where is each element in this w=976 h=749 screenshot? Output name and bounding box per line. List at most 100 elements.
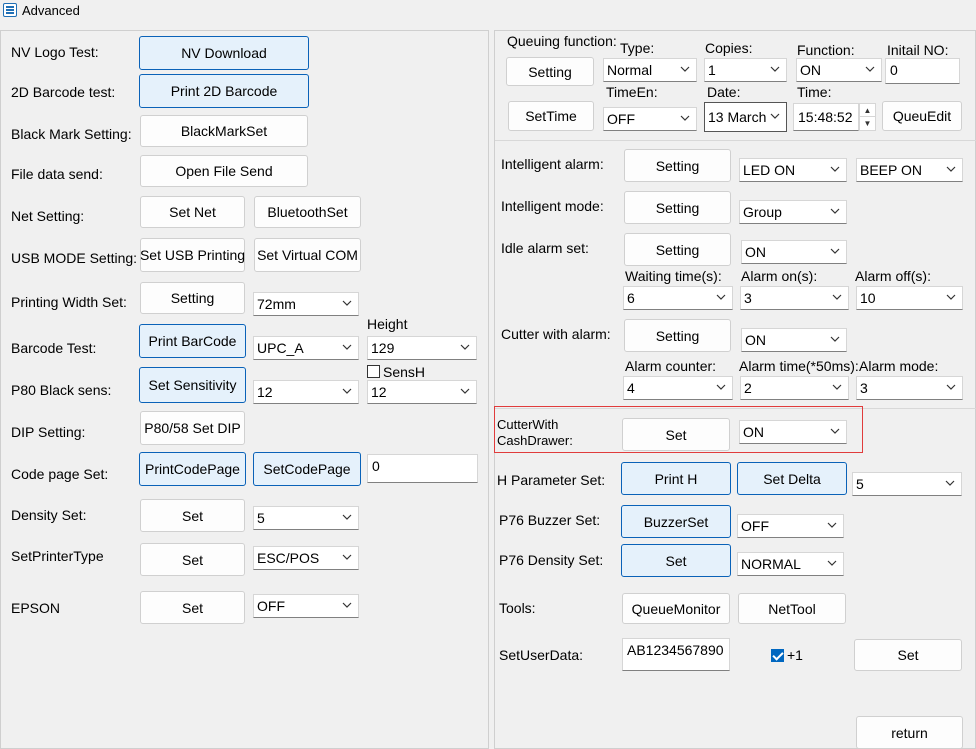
- intelligent-mode-select[interactable]: Group: [739, 200, 847, 224]
- queue-monitor-button[interactable]: QueueMonitor: [622, 593, 730, 624]
- set-code-page-button[interactable]: SetCodePage: [253, 452, 361, 486]
- chevron-down-icon: [946, 384, 956, 390]
- net-tool-button[interactable]: NetTool: [738, 593, 846, 624]
- printing-width-select[interactable]: 72mm: [253, 292, 359, 316]
- alarm-counter-select[interactable]: 4: [623, 376, 733, 400]
- waiting-time-select[interactable]: 6: [623, 286, 733, 310]
- type-label: Type:: [620, 40, 655, 56]
- black-mark-set-button[interactable]: BlackMarkSet: [140, 115, 308, 147]
- set-dip-button[interactable]: P80/58 Set DIP: [140, 411, 245, 445]
- alarm-time-select[interactable]: 2: [740, 376, 849, 400]
- intelligent-alarm-led-select[interactable]: LED ON: [739, 158, 847, 182]
- time-input[interactable]: 15:48:52: [793, 103, 859, 131]
- print-code-page-button[interactable]: PrintCodePage: [139, 452, 246, 486]
- barcode-type-select[interactable]: UPC_A: [253, 336, 359, 360]
- set-usb-printing-button[interactable]: Set USB Printing: [140, 238, 245, 272]
- chevron-down-icon: [342, 388, 352, 394]
- chevron-down-icon: [945, 480, 955, 486]
- intelligent-mode-setting-button[interactable]: Setting: [624, 191, 731, 224]
- code-page-label: Code page Set:: [11, 466, 109, 482]
- open-file-send-button[interactable]: Open File Send: [140, 155, 308, 187]
- initial-no-label: Initail NO:: [887, 42, 949, 58]
- printing-width-setting-button[interactable]: Setting: [140, 282, 245, 314]
- nv-logo-label: NV Logo Test:: [11, 44, 99, 60]
- buzzer-select[interactable]: OFF: [737, 514, 844, 538]
- chevron-down-icon: [460, 344, 470, 350]
- chevron-down-icon: [716, 294, 726, 300]
- barcode-test-label: Barcode Test:: [11, 340, 97, 356]
- set-delta-button[interactable]: Set Delta: [737, 462, 847, 495]
- set-virtual-com-button[interactable]: Set Virtual COM: [254, 238, 361, 272]
- printer-type-set-button[interactable]: Set: [140, 543, 245, 576]
- chevron-down-icon: [830, 208, 840, 214]
- epson-set-button[interactable]: Set: [140, 591, 245, 624]
- queue-type-select[interactable]: Normal: [603, 58, 697, 82]
- intelligent-alarm-label: Intelligent alarm:: [501, 156, 604, 172]
- chevron-down-icon: [770, 66, 780, 72]
- black-sens-select[interactable]: 12: [253, 380, 359, 404]
- idle-alarm-label: Idle alarm set:: [501, 240, 589, 256]
- alarm-counter-label: Alarm counter:: [625, 358, 717, 374]
- alarm-mode-select[interactable]: 3: [856, 376, 963, 400]
- bluetooth-set-button[interactable]: BluetoothSet: [254, 196, 361, 228]
- set-net-button[interactable]: Set Net: [140, 196, 245, 228]
- alarm-off-select[interactable]: 10: [856, 286, 963, 310]
- buzzer-set-button[interactable]: BuzzerSet: [621, 505, 731, 538]
- epson-select[interactable]: OFF: [253, 594, 359, 618]
- function-label: Function:: [797, 42, 855, 58]
- chevron-down-icon: [865, 66, 875, 72]
- sensh-checkbox[interactable]: [367, 365, 380, 378]
- time-enable-label: TimeEn:: [606, 84, 658, 100]
- p76-density-set-button[interactable]: Set: [621, 544, 731, 577]
- cutter-alarm-select[interactable]: ON: [741, 328, 847, 352]
- intelligent-alarm-setting-button[interactable]: Setting: [624, 149, 731, 182]
- alarm-on-select[interactable]: 3: [740, 286, 849, 310]
- chevron-down-icon: [830, 428, 840, 434]
- cutter-alarm-setting-button[interactable]: Setting: [624, 319, 731, 352]
- queue-function-select[interactable]: ON: [796, 58, 882, 82]
- chevron-down-icon: [342, 300, 352, 306]
- date-picker[interactable]: 13 March: [704, 102, 787, 132]
- time-enable-select[interactable]: OFF: [603, 107, 697, 131]
- print-h-button[interactable]: Print H: [621, 462, 731, 495]
- caret-down-icon[interactable]: ▼: [860, 117, 875, 130]
- return-button[interactable]: return: [856, 716, 963, 749]
- h-parameter-select[interactable]: 5: [852, 472, 962, 496]
- idle-alarm-select[interactable]: ON: [741, 240, 847, 264]
- queue-copies-select[interactable]: 1: [704, 58, 787, 82]
- queue-edit-button[interactable]: QueuEdit: [882, 101, 962, 131]
- height-label: Height: [367, 316, 408, 332]
- set-sensitivity-button[interactable]: Set Sensitivity: [139, 367, 246, 403]
- density-set-button[interactable]: Set: [140, 499, 245, 532]
- waiting-time-label: Waiting time(s):: [625, 268, 722, 284]
- user-data-input[interactable]: AB1234567890: [622, 638, 730, 671]
- chevron-down-icon: [946, 294, 956, 300]
- p76-density-select[interactable]: NORMAL: [737, 552, 844, 576]
- chevron-down-icon: [770, 113, 780, 119]
- intelligent-alarm-beep-select[interactable]: BEEP ON: [856, 158, 963, 182]
- code-page-input[interactable]: 0: [367, 454, 478, 483]
- density-select[interactable]: 5: [253, 506, 359, 530]
- queuing-function-label: Queuing function:: [507, 33, 617, 49]
- print-2d-barcode-button[interactable]: Print 2D Barcode: [139, 74, 309, 108]
- user-data-set-button[interactable]: Set: [854, 639, 962, 671]
- sensh-select[interactable]: 12: [367, 380, 477, 404]
- caret-up-icon[interactable]: ▲: [860, 104, 875, 117]
- printer-type-select[interactable]: ESC/POS: [253, 546, 359, 570]
- chevron-down-icon: [716, 384, 726, 390]
- file-send-label: File data send:: [11, 166, 103, 182]
- initial-no-input[interactable]: 0: [885, 58, 960, 84]
- nv-download-button[interactable]: NV Download: [139, 36, 309, 70]
- queue-setting-button[interactable]: Setting: [506, 57, 594, 86]
- cutter-drawer-set-button[interactable]: Set: [622, 418, 730, 451]
- usb-mode-label: USB MODE Setting:: [11, 250, 138, 266]
- chevron-down-icon: [946, 166, 956, 172]
- print-barcode-button[interactable]: Print BarCode: [139, 324, 246, 358]
- time-spinner[interactable]: ▲ ▼: [859, 103, 876, 131]
- idle-alarm-setting-button[interactable]: Setting: [624, 233, 731, 266]
- title-bar: Advanced: [0, 0, 976, 22]
- cutter-drawer-select[interactable]: ON: [739, 420, 847, 444]
- plus-one-checkbox[interactable]: [771, 649, 784, 662]
- barcode-height-select[interactable]: 129: [367, 336, 477, 360]
- set-time-button[interactable]: SetTime: [508, 101, 594, 131]
